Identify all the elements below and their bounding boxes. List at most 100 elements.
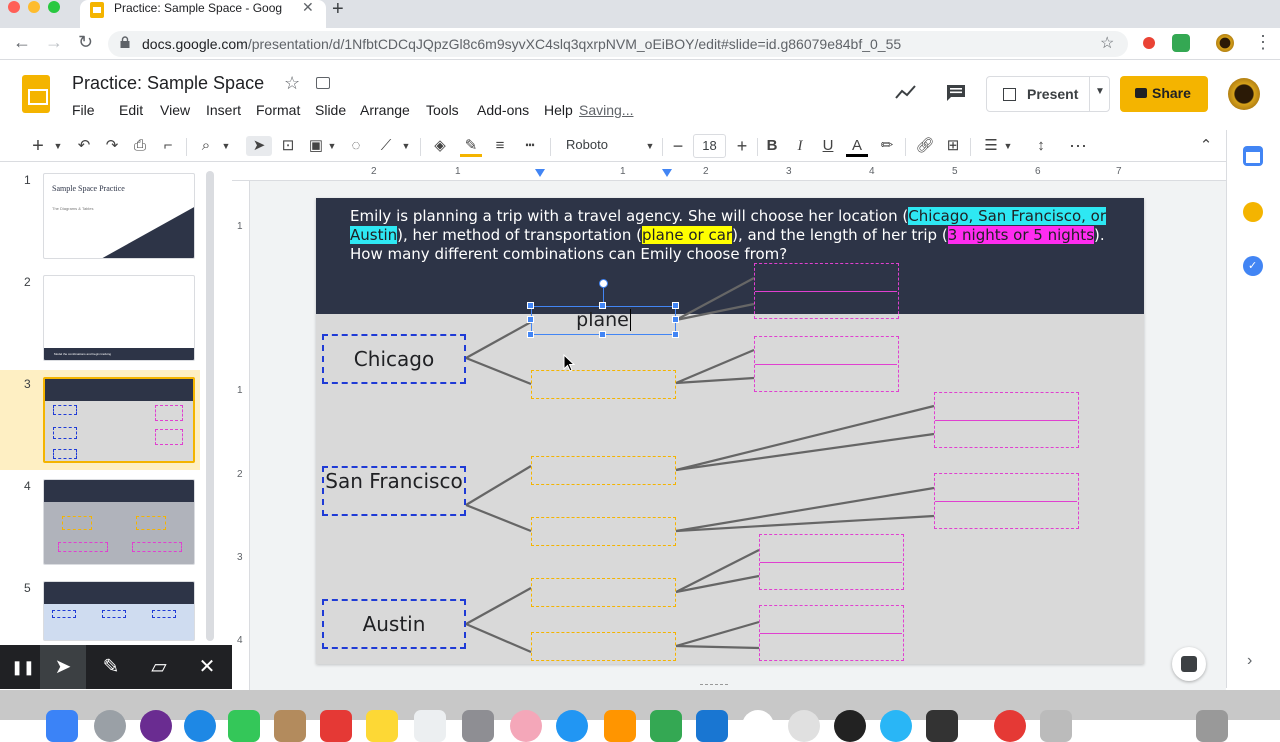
back-arrow-icon[interactable]: ←: [13, 32, 31, 53]
underline-button[interactable]: U: [818, 136, 838, 156]
city-box-chicago[interactable]: Chicago: [322, 334, 466, 384]
chevron-down-icon[interactable]: ▼: [1095, 86, 1105, 97]
profile-avatar[interactable]: [1216, 34, 1234, 52]
minimize-window-button[interactable]: [28, 1, 40, 13]
browser-tab[interactable]: Practice: Sample Space - Goog ✕: [80, 0, 326, 28]
resize-handle[interactable]: [599, 331, 606, 338]
app-icon[interactable]: [880, 710, 912, 742]
menu-addons[interactable]: Add-ons: [477, 102, 544, 122]
slide-thumbnail-4[interactable]: [43, 479, 195, 565]
pen-tool-icon[interactable]: ✎: [88, 645, 134, 689]
resize-handle[interactable]: [527, 331, 534, 338]
chevron-down-icon[interactable]: ▼: [1002, 136, 1014, 156]
chevron-down-icon[interactable]: ▼: [644, 136, 656, 156]
highlight-color-icon[interactable]: ✏: [876, 136, 898, 156]
align-icon[interactable]: ☰: [980, 136, 1002, 156]
decrease-font-size-button[interactable]: −: [668, 136, 688, 156]
maximize-window-button[interactable]: [48, 1, 60, 13]
more-options-icon[interactable]: ⋯: [1066, 136, 1090, 156]
menu-arrange[interactable]: Arrange: [360, 102, 426, 122]
transport-box[interactable]: [531, 370, 676, 399]
text-box-icon[interactable]: ⊡: [278, 136, 298, 156]
contacts-icon[interactable]: [274, 710, 306, 742]
menu-tools[interactable]: Tools: [426, 102, 477, 122]
move-folder-icon[interactable]: [316, 77, 330, 89]
numbers-icon[interactable]: [650, 710, 682, 742]
slide-thumbnail-1[interactable]: Sample Space Practice The Diagrams & Tab…: [43, 173, 195, 259]
editing-text[interactable]: plane: [531, 309, 676, 331]
menu-insert[interactable]: Insert: [206, 102, 256, 122]
safari-icon[interactable]: [184, 710, 216, 742]
trash-icon[interactable]: [1196, 710, 1228, 742]
launchpad-icon[interactable]: [94, 710, 126, 742]
length-box[interactable]: [759, 605, 904, 661]
extension-icon[interactable]: [1172, 34, 1190, 52]
notes-icon[interactable]: [366, 710, 398, 742]
slide-thumbnail-5[interactable]: [43, 581, 195, 641]
photos-icon[interactable]: [510, 710, 542, 742]
keynote-icon[interactable]: [696, 710, 728, 742]
app-icon[interactable]: [834, 710, 866, 742]
filmstrip-scrollbar[interactable]: [206, 171, 214, 641]
fill-color-icon[interactable]: ◈: [430, 136, 450, 156]
border-weight-icon[interactable]: ≡: [490, 136, 510, 156]
close-window-button[interactable]: [8, 1, 20, 13]
transport-box[interactable]: [531, 578, 676, 607]
redo-icon[interactable]: ↷: [102, 136, 122, 156]
activity-dashboard-icon[interactable]: [895, 82, 917, 104]
zoom-icon[interactable]: ⌕: [196, 136, 216, 156]
resize-handle[interactable]: [672, 316, 679, 323]
bold-button[interactable]: B: [762, 136, 782, 156]
resize-handle[interactable]: [672, 331, 679, 338]
avatar[interactable]: [1228, 78, 1260, 110]
menu-help[interactable]: Help: [544, 102, 584, 122]
text-color-button[interactable]: A: [846, 136, 868, 157]
reload-icon[interactable]: ↻: [78, 32, 93, 53]
collapse-toolbar-icon[interactable]: ⌃: [1196, 136, 1216, 156]
slide-thumbnail-2[interactable]: Model the combinations and begin trackin…: [43, 275, 195, 361]
menu-edit[interactable]: Edit: [119, 102, 160, 122]
resize-handle[interactable]: [672, 302, 679, 309]
line-spacing-icon[interactable]: ↕: [1030, 136, 1052, 156]
terminal-icon[interactable]: [926, 710, 958, 742]
city-box-san-francisco[interactable]: San Francisco: [322, 466, 466, 516]
calendar-app-icon[interactable]: [320, 710, 352, 742]
transport-box[interactable]: [531, 517, 676, 546]
app-icon[interactable]: [994, 710, 1026, 742]
app-icon[interactable]: [462, 710, 494, 742]
browser-menu-icon[interactable]: ⋮: [1254, 32, 1272, 53]
link-icon[interactable]: 🔗︎: [914, 136, 936, 156]
present-button[interactable]: Present ▼: [986, 76, 1110, 112]
messages-icon[interactable]: [228, 710, 260, 742]
length-box[interactable]: [934, 392, 1079, 448]
slides-logo-icon[interactable]: [22, 75, 50, 113]
resize-handle[interactable]: [599, 302, 606, 309]
length-box[interactable]: [754, 263, 899, 319]
rotate-handle[interactable]: [599, 279, 608, 288]
transport-box[interactable]: [531, 632, 676, 661]
tab-close-icon[interactable]: ✕: [302, 0, 314, 16]
paint-format-icon[interactable]: ⌐: [158, 136, 178, 156]
new-tab-button[interactable]: +: [332, 0, 344, 21]
finder-icon[interactable]: [46, 710, 78, 742]
bookmark-star-icon[interactable]: ☆: [1100, 33, 1114, 53]
books-icon[interactable]: [604, 710, 636, 742]
calendar-icon[interactable]: [1243, 146, 1263, 166]
length-box[interactable]: [759, 534, 904, 590]
document-title[interactable]: Practice: Sample Space: [72, 73, 264, 94]
chevron-down-icon[interactable]: ▼: [326, 136, 338, 156]
line-icon[interactable]: ⟋: [376, 136, 396, 156]
app-icon[interactable]: [556, 710, 588, 742]
font-family-select[interactable]: Roboto: [566, 137, 608, 152]
address-bar[interactable]: docs.google.com/presentation/d/1NfbtCDCq…: [108, 31, 1128, 57]
highlighter-tool-icon[interactable]: ▱: [136, 645, 182, 689]
menu-format[interactable]: Format: [256, 102, 315, 122]
chevron-down-icon[interactable]: ▼: [400, 136, 412, 156]
menu-slide[interactable]: Slide: [315, 102, 360, 122]
chevron-down-icon[interactable]: ▼: [52, 136, 64, 156]
font-size-input[interactable]: 18: [693, 134, 726, 158]
border-color-icon[interactable]: ✎: [460, 136, 482, 157]
menu-view[interactable]: View: [160, 102, 206, 122]
resize-handle[interactable]: [527, 302, 534, 309]
comment-icon[interactable]: [946, 84, 966, 102]
